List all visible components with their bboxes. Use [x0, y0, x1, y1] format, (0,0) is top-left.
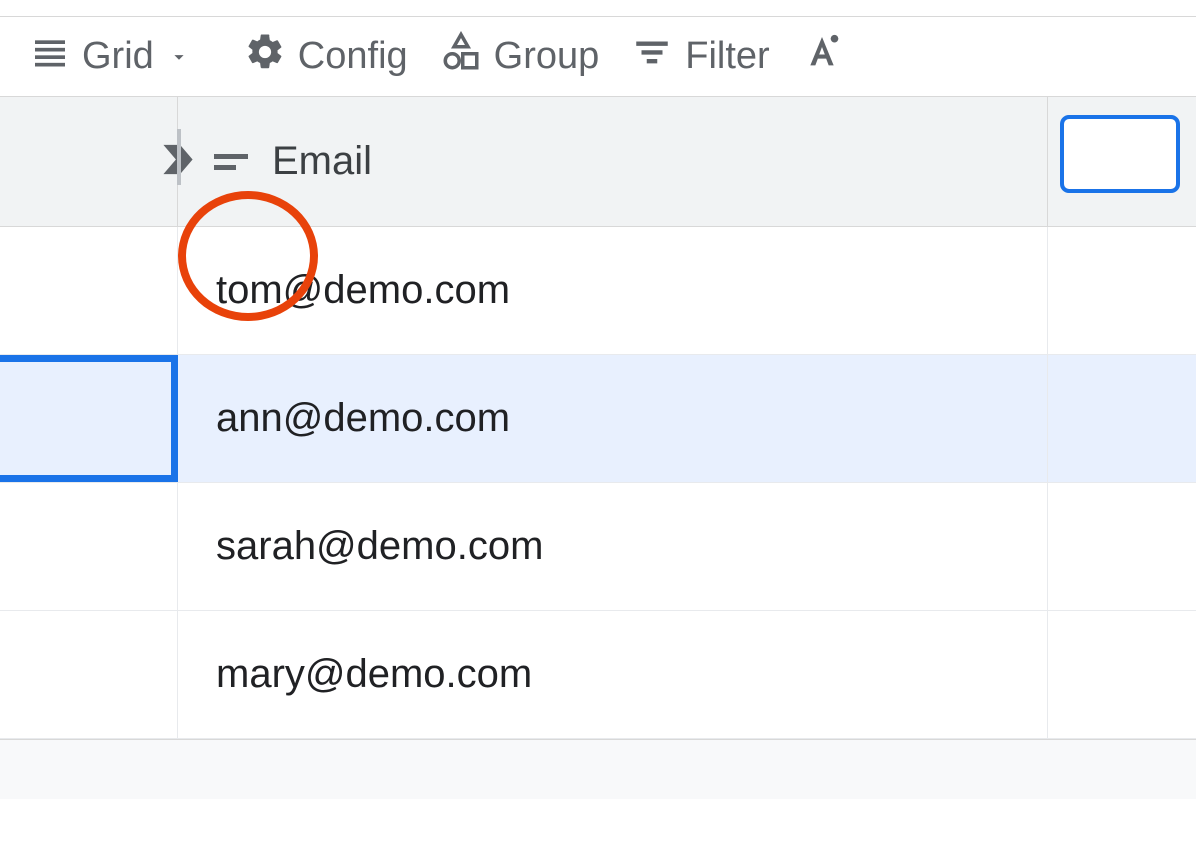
row-handle[interactable]: [0, 483, 178, 610]
gear-icon: [244, 31, 286, 83]
row-handle-selected[interactable]: [0, 355, 178, 482]
column-header-row: Email: [0, 97, 1196, 227]
row-number-column-header[interactable]: [0, 97, 178, 226]
group-label: Group: [494, 35, 600, 78]
letter-a-partial-icon: [802, 32, 842, 82]
email-cell[interactable]: sarah@demo.com: [178, 483, 1048, 610]
shapes-group-icon: [440, 31, 482, 83]
row-handle[interactable]: [0, 611, 178, 738]
next-cell[interactable]: [1048, 611, 1196, 738]
grid-footer: [0, 739, 1196, 799]
grid-view-dropdown[interactable]: Grid: [30, 32, 190, 82]
config-label: Config: [298, 35, 408, 78]
next-column-header[interactable]: [1048, 97, 1196, 226]
next-cell[interactable]: [1048, 227, 1196, 354]
grid-label: Grid: [82, 35, 154, 78]
density-lines-icon: [30, 32, 70, 82]
email-cell[interactable]: ann@demo.com: [178, 355, 1048, 482]
filter-button[interactable]: Filter: [631, 31, 769, 83]
caret-down-icon: [168, 35, 190, 78]
email-header-label: Email: [272, 139, 372, 184]
window-top-border: [0, 0, 1196, 17]
row-handle[interactable]: [0, 227, 178, 354]
table-row[interactable]: tom@demo.com: [0, 227, 1196, 355]
config-button[interactable]: Config: [244, 31, 408, 83]
text-field-type-icon: [214, 154, 248, 170]
email-cell[interactable]: tom@demo.com: [178, 227, 1048, 354]
toolbar: Grid Config Group: [0, 17, 1196, 97]
table-row[interactable]: ann@demo.com: [0, 355, 1196, 483]
partial-toolbar-button[interactable]: [802, 32, 842, 82]
active-input-field[interactable]: [1060, 115, 1180, 193]
email-column-header[interactable]: Email: [178, 97, 1048, 226]
data-grid: Email tom@demo.com ann@demo.com sarah@de…: [0, 97, 1196, 799]
table-row[interactable]: mary@demo.com: [0, 611, 1196, 739]
email-cell[interactable]: mary@demo.com: [178, 611, 1048, 738]
table-row[interactable]: sarah@demo.com: [0, 483, 1196, 611]
filter-label: Filter: [685, 35, 769, 78]
group-button[interactable]: Group: [440, 31, 600, 83]
filter-icon: [631, 31, 673, 83]
next-cell[interactable]: [1048, 483, 1196, 610]
next-cell[interactable]: [1048, 355, 1196, 482]
